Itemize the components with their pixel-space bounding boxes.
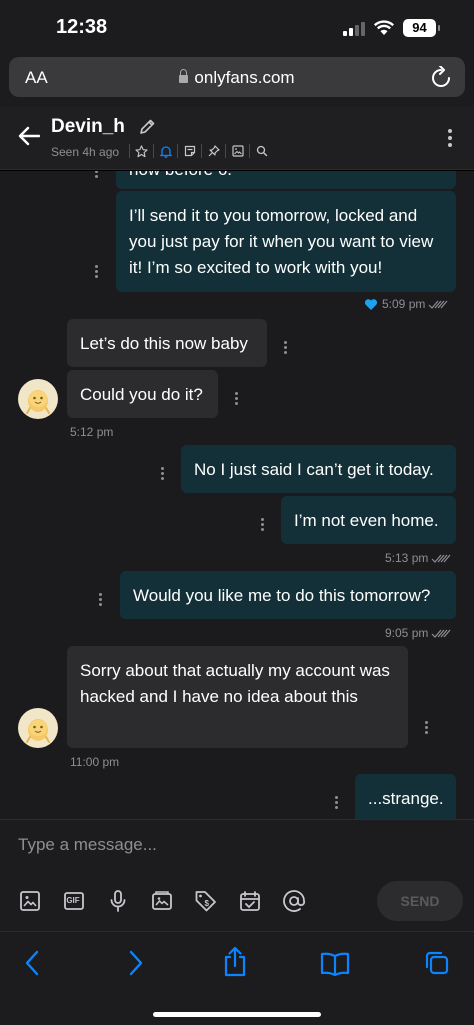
- pencil-icon[interactable]: [138, 118, 156, 136]
- tabs-icon[interactable]: [424, 950, 450, 976]
- message-time: 5:13 pm: [385, 551, 429, 565]
- message-meta: 5:13 pm: [385, 551, 451, 565]
- message-text: ...strange.: [368, 789, 444, 808]
- message-time: 5:12 pm: [70, 425, 114, 439]
- message-input[interactable]: [0, 820, 474, 870]
- note-icon[interactable]: [179, 143, 200, 159]
- divider: [153, 144, 154, 158]
- message-meta: 5:09 pm: [364, 297, 448, 311]
- lock-icon: [179, 69, 189, 83]
- bookmarks-icon[interactable]: [320, 952, 350, 976]
- message-time: 9:05 pm: [385, 626, 429, 640]
- message-options-icon[interactable]: [261, 518, 264, 533]
- message-options-icon[interactable]: [161, 467, 164, 482]
- pin-icon[interactable]: [203, 143, 224, 159]
- browser-address-area: AA onlyfans.com: [0, 54, 474, 106]
- reload-icon[interactable]: [431, 66, 451, 88]
- chat-header: Devin_h Seen 4h ago: [0, 106, 474, 170]
- more-icon[interactable]: [448, 129, 452, 150]
- outgoing-message[interactable]: Would you like me to do this tomorrow?: [120, 571, 456, 619]
- header-actions: [128, 143, 272, 159]
- microphone-icon[interactable]: [106, 889, 130, 913]
- divider: [225, 144, 226, 158]
- last-seen: Seen 4h ago: [51, 145, 120, 159]
- read-receipt-icon: [431, 629, 451, 638]
- search-icon[interactable]: [251, 143, 272, 159]
- divider: [177, 144, 178, 158]
- incoming-message[interactable]: Let’s do this now baby: [67, 319, 267, 367]
- incoming-message[interactable]: Could you do it?: [67, 370, 218, 418]
- message-time: 5:09 pm: [382, 297, 426, 311]
- message-meta: 9:05 pm: [385, 626, 451, 640]
- browser-back-icon[interactable]: [24, 950, 40, 976]
- message-options-icon[interactable]: [99, 593, 102, 608]
- message-text: Would you like me to do this tomorrow?: [133, 586, 431, 605]
- message-text: now before 6.: [129, 171, 232, 179]
- message-options-icon[interactable]: [95, 265, 98, 280]
- message-text: No I just said I can’t get it today.: [194, 460, 434, 479]
- read-receipt-icon: [431, 554, 451, 563]
- price-tag-icon[interactable]: $: [194, 889, 218, 913]
- wifi-icon: [373, 20, 395, 35]
- svg-text:$: $: [205, 899, 210, 908]
- image-icon[interactable]: [18, 889, 42, 913]
- liked-heart-icon[interactable]: [364, 298, 378, 311]
- back-arrow-icon[interactable]: [18, 126, 40, 146]
- message-options-icon[interactable]: [95, 171, 98, 180]
- share-icon[interactable]: [222, 946, 248, 978]
- outgoing-message[interactable]: I’ll send it to you tomorrow, locked and…: [116, 191, 456, 292]
- message-text: Let’s do this now baby: [80, 334, 248, 353]
- gif-label: GIF: [66, 896, 80, 905]
- message-text: Could you do it?: [80, 385, 203, 404]
- message-time: 11:00 pm: [70, 755, 120, 769]
- browser-forward-icon[interactable]: [128, 950, 144, 976]
- clock: 12:38: [56, 16, 108, 38]
- outgoing-message[interactable]: I’m not even home.: [281, 496, 456, 544]
- outgoing-message[interactable]: No I just said I can’t get it today.: [181, 445, 456, 493]
- message-options-icon[interactable]: [235, 392, 238, 407]
- send-button[interactable]: SEND: [377, 881, 463, 921]
- chat-username[interactable]: Devin_h: [51, 116, 125, 138]
- vault-icon[interactable]: [150, 889, 174, 913]
- message-options-icon[interactable]: [425, 721, 428, 736]
- url-text: onlyfans.com: [194, 68, 295, 87]
- composer-tools: GIF $: [18, 889, 326, 913]
- divider: [129, 144, 130, 158]
- divider: [201, 144, 202, 158]
- browser-toolbar: [0, 931, 474, 1025]
- message-options-icon[interactable]: [284, 341, 287, 356]
- divider: [249, 144, 250, 158]
- message-options-icon[interactable]: [335, 796, 338, 811]
- incoming-message[interactable]: Sorry about that actually my account was…: [67, 646, 408, 748]
- battery-indicator: 94: [403, 19, 440, 37]
- avatar[interactable]: [18, 379, 58, 419]
- message-text: Sorry about that actually my account was…: [80, 661, 390, 706]
- home-indicator: [153, 1012, 321, 1017]
- star-icon[interactable]: [131, 143, 152, 159]
- status-bar: 12:38 94: [0, 0, 474, 54]
- cellular-signal-icon: [343, 22, 367, 36]
- calendar-icon[interactable]: [238, 889, 262, 913]
- avatar[interactable]: [18, 708, 58, 748]
- read-receipt-icon: [428, 300, 448, 309]
- outgoing-message[interactable]: ...strange.: [355, 774, 456, 819]
- gif-icon[interactable]: GIF: [62, 889, 86, 913]
- message-composer: GIF $ SEND: [0, 819, 474, 931]
- url-display[interactable]: onlyfans.com: [9, 68, 465, 88]
- image-icon[interactable]: [227, 143, 248, 159]
- at-icon[interactable]: [282, 889, 306, 913]
- message-text: I’m not even home.: [294, 511, 439, 530]
- address-bar[interactable]: AA onlyfans.com: [9, 57, 465, 97]
- bell-icon[interactable]: [155, 143, 176, 159]
- message-text: I’ll send it to you tomorrow, locked and…: [129, 206, 434, 277]
- outgoing-message[interactable]: now before 6.: [116, 171, 456, 189]
- message-list[interactable]: now before 6. I’ll send it to you tomorr…: [0, 171, 474, 819]
